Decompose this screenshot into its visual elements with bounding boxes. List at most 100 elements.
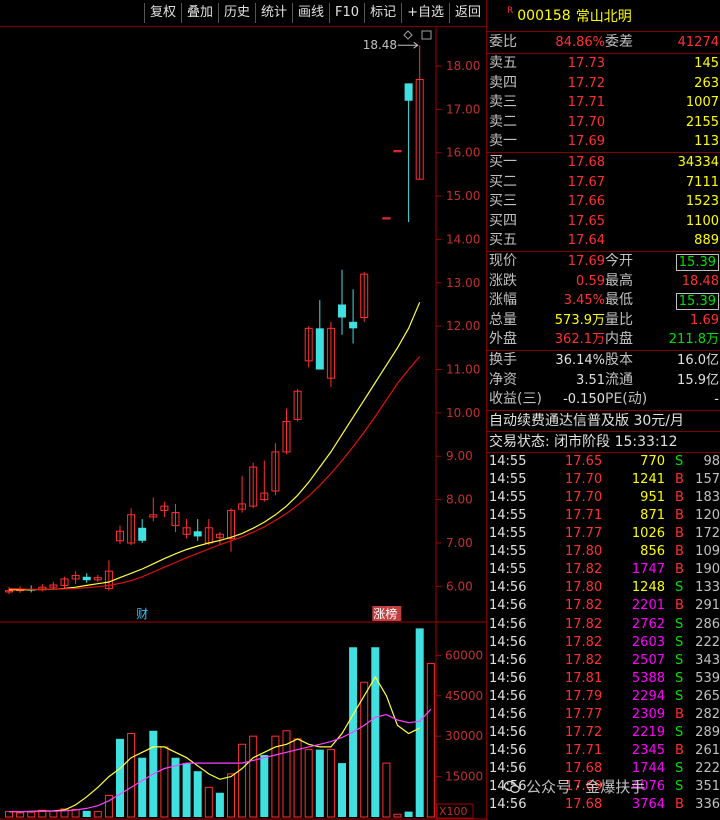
- statistics-button[interactable]: 统计: [255, 3, 292, 23]
- ask-price: 17.71: [567, 95, 605, 111]
- tick-row: 14:56 17.79 2294 S 265: [487, 688, 720, 706]
- tick-price: 17.70: [565, 489, 603, 505]
- low-value: 15.39: [675, 293, 719, 311]
- price-tick-label: 10.00: [446, 406, 480, 420]
- trade-status: 交易状态: 闭市阶段 15:33:12: [487, 432, 720, 452]
- tick-count: 343: [695, 652, 720, 668]
- mark-button[interactable]: 标记: [364, 3, 401, 23]
- ask-row[interactable]: 卖二 17.70 2155: [487, 113, 720, 133]
- weibi-row: 委比 84.86% 委差 41274: [487, 32, 720, 53]
- tick-row: 14:55 17.82 1747 B 190: [487, 561, 720, 579]
- tick-list[interactable]: 14:55 17.65 770 S 98 14:55 17.70 1241 B 157 14:55 1…: [487, 453, 720, 815]
- bid-row[interactable]: 买二 17.67 7111: [487, 173, 720, 193]
- tick-side: B: [675, 489, 684, 505]
- tick-volume: 856: [640, 544, 665, 560]
- tick-row: 14:55 17.71 871 B 120: [487, 507, 720, 525]
- tick-side: S: [675, 580, 684, 596]
- volume-ratio-value: 1.69: [690, 312, 719, 328]
- tick-volume: 1248: [631, 580, 665, 596]
- tick-price: 17.79: [565, 688, 603, 704]
- add-watchlist-button[interactable]: +自选: [401, 3, 449, 23]
- f10-button[interactable]: F10: [329, 3, 364, 23]
- tick-volume: 2219: [631, 725, 665, 741]
- max-price-label: 18.48: [363, 38, 397, 52]
- overlay-button[interactable]: 叠加: [180, 3, 218, 23]
- tick-side: B: [675, 598, 684, 614]
- tick-price: 17.80: [565, 580, 603, 596]
- subscription-ad[interactable]: 自动续费通达信普及版 30元/月: [487, 411, 720, 431]
- tick-volume: 2603: [631, 634, 665, 650]
- ask-level-label: 卖二: [489, 113, 517, 130]
- ask-level-label: 卖三: [489, 94, 517, 111]
- bid-volume: 1100: [685, 213, 719, 229]
- window-icon: [421, 30, 432, 40]
- tick-volume: 1026: [631, 526, 665, 542]
- ask-row[interactable]: 卖一 17.69 113: [487, 132, 720, 152]
- bid-row[interactable]: 买五 17.64 889: [487, 231, 720, 251]
- ask-level-label: 卖四: [489, 74, 517, 91]
- volume-bar: [371, 647, 380, 817]
- bid-row[interactable]: 买四 17.65 1100: [487, 212, 720, 232]
- weicha-value: 41274: [677, 35, 719, 50]
- candle-body: [315, 328, 324, 370]
- back-button[interactable]: 返回: [448, 3, 486, 23]
- bid-row[interactable]: 买一 17.68 34334: [487, 153, 720, 173]
- candle-body: [393, 150, 402, 153]
- tick-time: 14:56: [489, 797, 527, 813]
- tick-volume: 2507: [631, 652, 665, 668]
- candle-body: [82, 576, 91, 581]
- outer-label: 外盘: [489, 331, 517, 348]
- kline-chart[interactable]: 6.00 7.00 8.00 9.00 10.00 11.00 12.00 13.00 14.0…: [0, 27, 486, 820]
- tick-volume: 1747: [631, 562, 665, 578]
- bid-row[interactable]: 买三 17.66 1523: [487, 192, 720, 212]
- bid-level-label: 买一: [489, 153, 517, 170]
- volume-bar: [393, 813, 402, 818]
- ask-row[interactable]: 卖四 17.72 263: [487, 74, 720, 94]
- volume-bar: [182, 763, 191, 817]
- ask-level-label: 卖五: [489, 55, 517, 71]
- price-tick-label: 17.00: [446, 102, 480, 116]
- tick-count: 157: [695, 471, 720, 487]
- tick-row: 14:55 17.70 1241 B 157: [487, 471, 720, 489]
- tick-price: 17.77: [565, 707, 603, 722]
- ask-row[interactable]: 卖五 17.73 145: [487, 54, 720, 74]
- tick-time: 14:55: [489, 453, 527, 469]
- price-tick-label: 7.00: [446, 536, 473, 550]
- tick-count: 222: [695, 761, 720, 777]
- bid-volume: 889: [694, 233, 719, 249]
- tick-row: 14:56 17.82 2507 S 343: [487, 652, 720, 670]
- tick-price: 17.65: [565, 453, 603, 469]
- tick-price: 17.71: [565, 507, 603, 523]
- volume-bar: [27, 811, 36, 818]
- tick-row: 14:56 17.77 2309 B 282: [487, 706, 720, 724]
- tick-row: 14:56 17.82 2603 S 222: [487, 634, 720, 652]
- turnover-label: 换手: [489, 351, 517, 368]
- fuquan-button[interactable]: 复权: [143, 3, 181, 23]
- volume-bar: [227, 773, 235, 818]
- volume-bar: [204, 786, 213, 818]
- tick-time: 14:55: [489, 562, 527, 578]
- history-button[interactable]: 历史: [217, 3, 255, 23]
- trade-status-label: 交易状态:: [489, 433, 550, 450]
- candle-body: [193, 531, 202, 537]
- volume-bar: [193, 771, 202, 817]
- tick-row: 14:56 17.72 2219 S 289: [487, 724, 720, 742]
- tick-price: 17.82: [565, 616, 603, 632]
- tick-time: 14:55: [489, 471, 527, 487]
- tick-time: 14:56: [489, 688, 527, 704]
- tick-count: 172: [695, 526, 720, 542]
- ask-row[interactable]: 卖三 17.71 1007: [487, 93, 720, 113]
- volume-value: 573.9万: [554, 312, 605, 328]
- quote-row: 外盘 362.1万 内盘 211.8万: [487, 330, 720, 350]
- quote-panel: R 000158 常山北明 委比 84.86% 委差 41274 卖五 17.73…: [486, 0, 720, 820]
- tick-volume: 2345: [631, 743, 665, 759]
- volume-bar: [238, 743, 247, 818]
- draw-line-button[interactable]: 画线: [292, 3, 329, 23]
- price-tick-label: 13.00: [446, 276, 480, 290]
- chart-top-bar: 复权 叠加 历史 统计 画线 F10 标记 +自选 返回: [0, 0, 486, 27]
- tick-price: 17.77: [565, 526, 603, 542]
- tick-count: 286: [695, 616, 720, 632]
- bid-level-label: 买三: [489, 193, 517, 210]
- price-tick-label: 6.00: [446, 579, 473, 593]
- candle-body: [138, 527, 147, 541]
